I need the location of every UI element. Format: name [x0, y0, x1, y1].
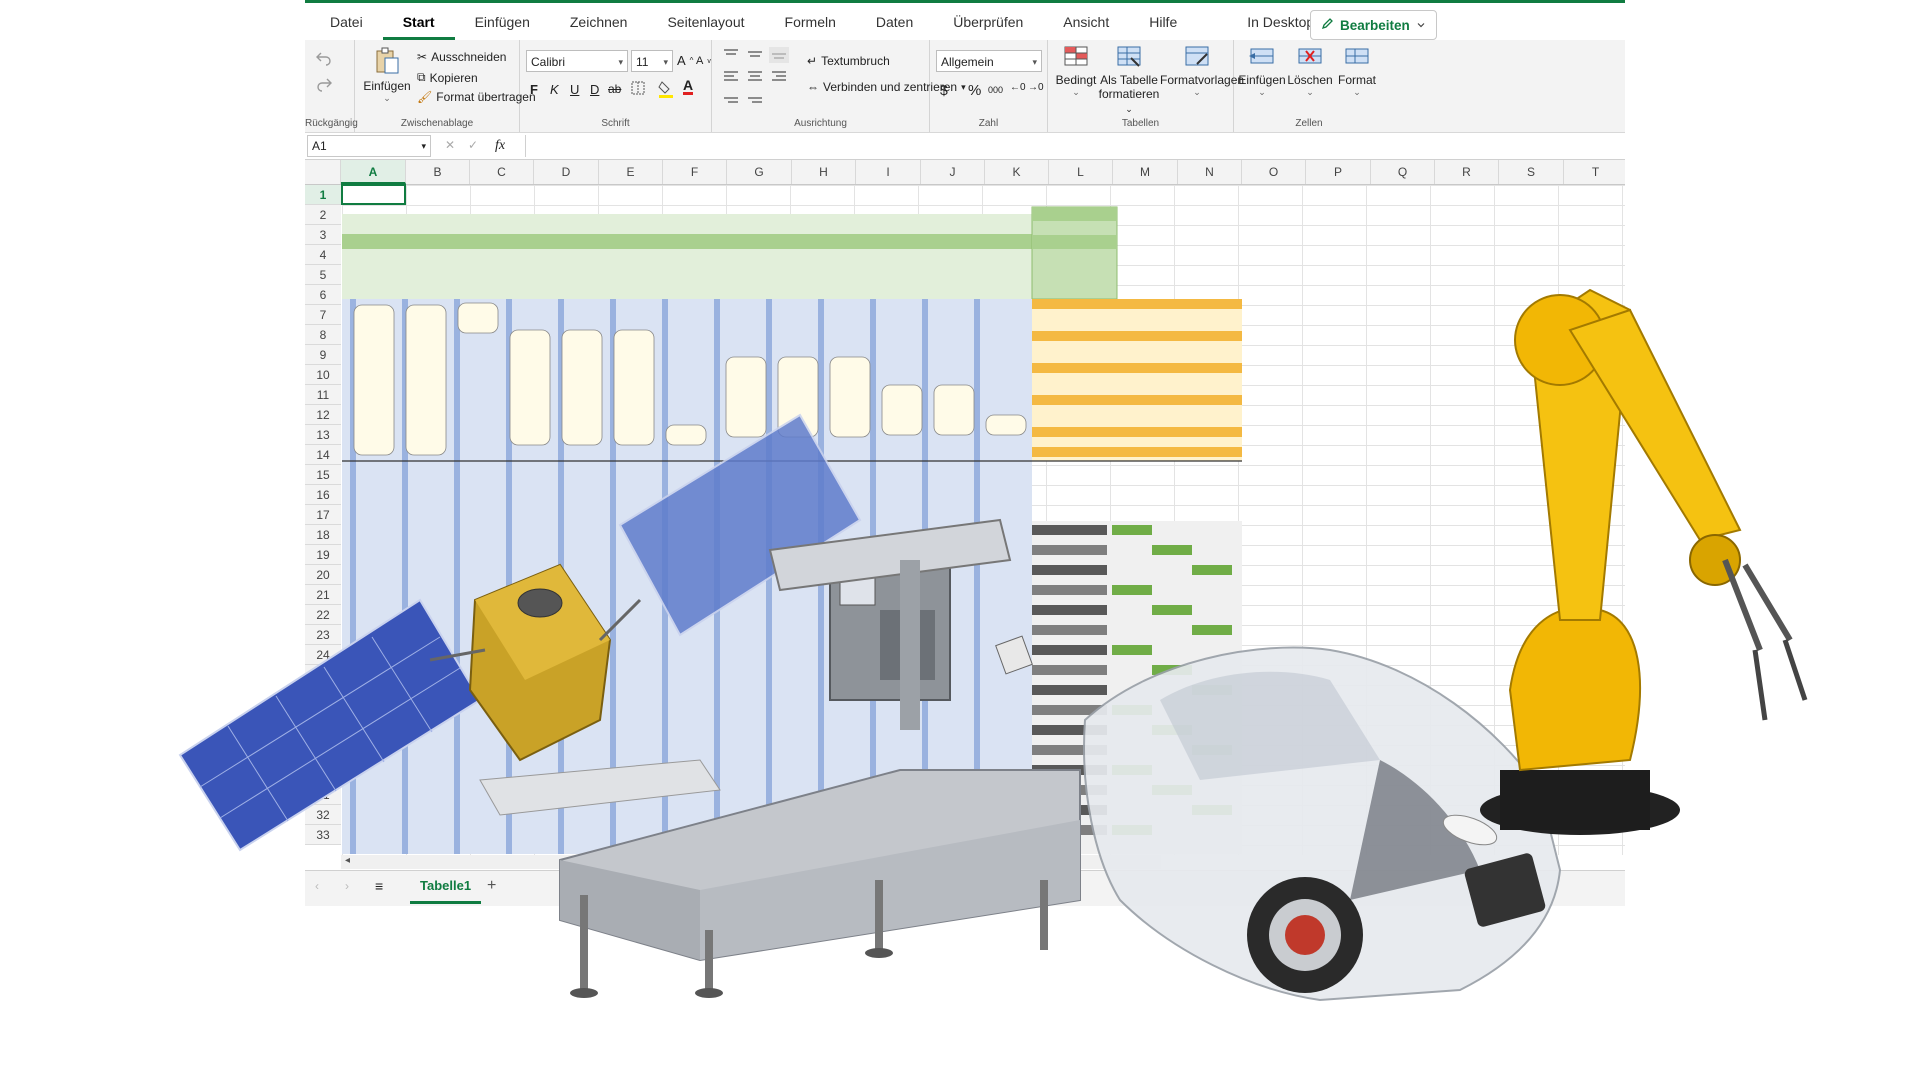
robot-arm-image — [1480, 288, 1808, 835]
car-cutaway-image — [1083, 646, 1562, 1002]
product-collage — [178, 288, 1808, 1002]
